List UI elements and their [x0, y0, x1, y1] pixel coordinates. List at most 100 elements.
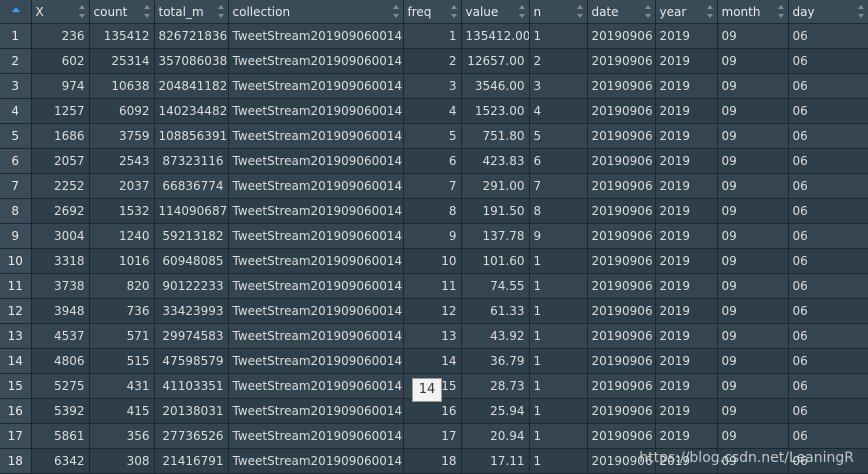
- cell-n: 1: [529, 23, 588, 49]
- cell-collection: TweetStream20190906001405: [228, 423, 404, 449]
- header-month[interactable]: month: [717, 0, 789, 24]
- cell-freq: 13: [403, 323, 462, 349]
- cell-value: 25.94: [461, 398, 530, 424]
- cell-year: 2019: [655, 173, 718, 199]
- cell-x: 236: [31, 23, 90, 49]
- cell-date: 20190906: [587, 423, 656, 449]
- cell-rownum: 17: [0, 423, 32, 449]
- cell-collection: TweetStream20190906001405: [228, 348, 404, 374]
- cell-collection: TweetStream20190906001405: [228, 398, 404, 424]
- cell-rownum: 9: [0, 223, 32, 249]
- cell-n: 1: [529, 298, 588, 324]
- table-row: 9 3004 1240 59213182 TweetStream201909060014…: [0, 223, 868, 249]
- cell-day: 06: [788, 273, 868, 299]
- table-row: 11 3738 820 90122233 TweetStream201909060014…: [0, 273, 868, 299]
- sort-ascending-icon: [12, 7, 20, 12]
- cell-total-m: 29974583: [154, 323, 229, 349]
- header-count[interactable]: count: [89, 0, 155, 24]
- cell-value: 191.50: [461, 198, 530, 224]
- cell-month: 09: [717, 148, 789, 174]
- cell-rownum: 8: [0, 198, 32, 224]
- cell-x: 974: [31, 73, 90, 99]
- cell-rownum: 11: [0, 273, 32, 299]
- cell-freq: 12: [403, 298, 462, 324]
- table-row: 7 2252 2037 66836774 TweetStream201909060014…: [0, 173, 868, 199]
- cell-day: 06: [788, 323, 868, 349]
- cell-date: 20190906: [587, 398, 656, 424]
- cell-year: 2019: [655, 223, 718, 249]
- cell-total-m: 66836774: [154, 173, 229, 199]
- cell-value: 751.80: [461, 123, 530, 149]
- cell-month: 09: [717, 198, 789, 224]
- cell-year: 2019: [655, 348, 718, 374]
- header-n[interactable]: n: [529, 0, 588, 24]
- header-total-m[interactable]: total_m: [154, 0, 229, 24]
- cell-total-m: 357086038: [154, 48, 229, 74]
- cell-x: 4806: [31, 348, 90, 374]
- cell-value: 1523.00: [461, 98, 530, 124]
- cell-count: 736: [89, 298, 155, 324]
- cell-n: 5: [529, 123, 588, 149]
- cell-n: 1: [529, 373, 588, 399]
- cell-month: 09: [717, 323, 789, 349]
- cell-freq: 3: [403, 73, 462, 99]
- sort-icon: [78, 5, 85, 18]
- cell-total-m: 41103351: [154, 373, 229, 399]
- table-row: 17 5861 356 27736526 TweetStream201909060014…: [0, 423, 868, 449]
- cell-collection: TweetStream20190906001405: [228, 373, 404, 399]
- cell-freq: 14: [403, 348, 462, 374]
- table-row: 4 1257 6092 140234482 TweetStream20190906001…: [0, 98, 868, 124]
- cell-date: 20190906: [587, 298, 656, 324]
- cell-total-m: 204841182: [154, 73, 229, 99]
- cell-rownum: 18: [0, 448, 32, 474]
- cell-count: 10638: [89, 73, 155, 99]
- header-day[interactable]: day: [788, 0, 868, 24]
- table-row: 14 4806 515 47598579 TweetStream201909060014…: [0, 348, 868, 374]
- header-year[interactable]: year: [655, 0, 718, 24]
- cell-month: 09: [717, 23, 789, 49]
- cell-year: 2019: [655, 373, 718, 399]
- header-rownum[interactable]: [0, 0, 32, 24]
- cell-day: 06: [788, 198, 868, 224]
- sort-icon: [217, 5, 224, 18]
- header-value[interactable]: value: [461, 0, 530, 24]
- cell-date: 20190906: [587, 173, 656, 199]
- cell-month: 09: [717, 373, 789, 399]
- cell-value: 137.78: [461, 223, 530, 249]
- cell-n: 1: [529, 448, 588, 474]
- cell-n: 1: [529, 398, 588, 424]
- cell-x: 6342: [31, 448, 90, 474]
- cell-month: 09: [717, 223, 789, 249]
- cell-month: 09: [717, 423, 789, 449]
- cell-n: 1: [529, 273, 588, 299]
- cell-count: 6092: [89, 98, 155, 124]
- table-row: 1 236 135412 826721836 TweetStream2019090600…: [0, 23, 868, 49]
- cell-collection: TweetStream20190906001405: [228, 23, 404, 49]
- cell-n: 6: [529, 148, 588, 174]
- cell-total-m: 826721836: [154, 23, 229, 49]
- cell-date: 20190906: [587, 123, 656, 149]
- cell-rownum: 6: [0, 148, 32, 174]
- sort-icon: [857, 5, 864, 18]
- cell-value: 43.92: [461, 323, 530, 349]
- table-row: 5 1686 3759 108856391 TweetStream20190906001…: [0, 123, 868, 149]
- cell-freq: 18: [403, 448, 462, 474]
- cell-value: 61.33: [461, 298, 530, 324]
- cell-x: 1257: [31, 98, 90, 124]
- cell-total-m: 87323116: [154, 148, 229, 174]
- cell-x: 3948: [31, 298, 90, 324]
- cell-count: 356: [89, 423, 155, 449]
- cell-freq: 6: [403, 148, 462, 174]
- sort-icon: [143, 5, 150, 18]
- cell-collection: TweetStream20190906001405: [228, 198, 404, 224]
- header-date[interactable]: date: [587, 0, 656, 24]
- header-x[interactable]: X: [31, 0, 90, 24]
- header-collection[interactable]: collection: [228, 0, 404, 24]
- header-freq[interactable]: freq: [403, 0, 462, 24]
- cell-total-m: 114090687: [154, 198, 229, 224]
- cell-total-m: 33423993: [154, 298, 229, 324]
- table-row: 3 974 10638 204841182 TweetStream20190906001…: [0, 73, 868, 99]
- cell-rownum: 14: [0, 348, 32, 374]
- cell-year: 2019: [655, 248, 718, 274]
- cell-day: 06: [788, 248, 868, 274]
